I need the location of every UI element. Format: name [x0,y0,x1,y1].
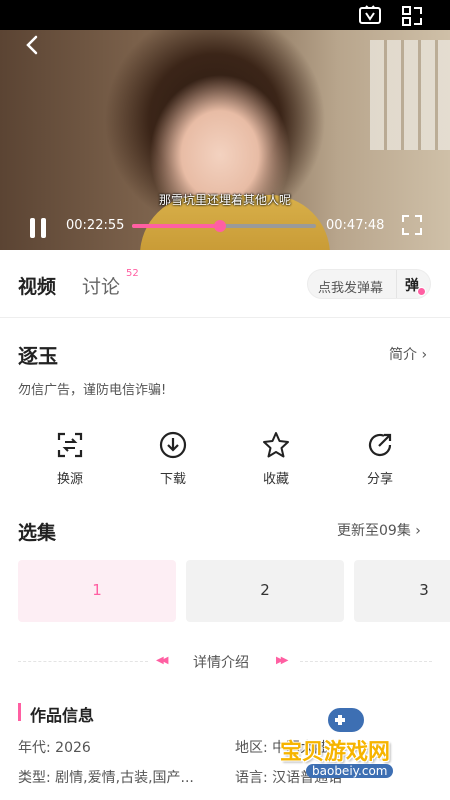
cast-icon[interactable] [400,4,424,28]
danmaku-input-box[interactable]: 点我发弹幕 弹 [307,269,431,299]
tab-bar: 视频 讨论 52 点我发弹幕 弹 [0,250,450,318]
danmaku-placeholder[interactable]: 点我发弹幕 [318,277,383,296]
show-title: 逐玉 [18,344,58,368]
video-player[interactable]: 那雪坑里还埋着其他人呢 00:22:55 00:47:48 [0,0,450,250]
favorite-button[interactable]: 收藏 [246,430,306,490]
star-icon [263,432,289,458]
video-subtitle: 那雪坑里还埋着其他人呢 [158,193,291,207]
section-accent-bar [18,703,21,721]
episode-button[interactable]: 3 [354,560,450,622]
double-arrow-left-icon: ◀◀ [156,655,169,666]
switch-source-label: 换源 [56,472,83,487]
episode-button[interactable]: 2 [186,560,344,622]
progress-bar[interactable] [132,220,316,232]
episodes-update-link[interactable]: 更新至09集 › [337,520,421,540]
favorite-label: 收藏 [262,472,289,487]
episode-button[interactable]: 1 [18,560,176,622]
download-label: 下载 [159,472,186,487]
download-icon [159,431,187,459]
divider [18,661,148,662]
watermark-url: baobeiy.com [306,764,394,778]
watermark-text: 宝贝游戏网 [280,740,391,765]
work-info-title: 作品信息 [30,706,95,725]
divider [300,661,432,662]
info-year: 年代: 2026 [18,740,91,756]
info-genre: 类型: 剧情,爱情,古装,国产... [18,770,194,786]
share-label: 分享 [366,472,393,487]
current-time: 00:22:55 [66,218,125,233]
status-bar [0,0,450,30]
total-time: 00:47:48 [326,218,385,233]
episode-number: 1 [92,581,102,599]
watermark: 宝贝游戏网 baobeiy.com [280,700,450,800]
tab-discuss[interactable]: 讨论 [82,272,120,299]
double-arrow-right-icon: ▶▶ [276,655,289,666]
switch-source-button[interactable]: 换源 [40,430,100,490]
switch-source-icon [57,432,83,458]
tv-icon[interactable] [358,4,382,28]
detail-title: 详情介绍 [193,655,249,671]
fullscreen-icon[interactable] [402,215,422,235]
danmaku-status-dot [417,287,426,296]
share-icon [368,433,392,457]
discuss-count-badge: 52 [126,268,139,279]
pause-icon[interactable] [28,218,48,238]
back-arrow-icon[interactable] [22,34,44,56]
episodes-title: 选集 [18,522,57,544]
gamepad-icon [326,706,366,734]
fraud-notice: 勿信广告，谨防电信诈骗! [18,383,167,398]
episode-number: 3 [419,581,429,599]
download-button[interactable]: 下载 [143,430,203,490]
progress-knob[interactable] [214,220,227,232]
share-button[interactable]: 分享 [350,430,410,490]
progress-fill [132,224,221,228]
intro-link[interactable]: 简介 › [389,344,427,364]
episode-number: 2 [260,581,270,599]
tab-video[interactable]: 视频 [18,272,56,299]
danmaku-toggle-button[interactable]: 弹 [396,270,430,298]
player-controls: 00:22:55 00:47:48 [0,210,450,250]
